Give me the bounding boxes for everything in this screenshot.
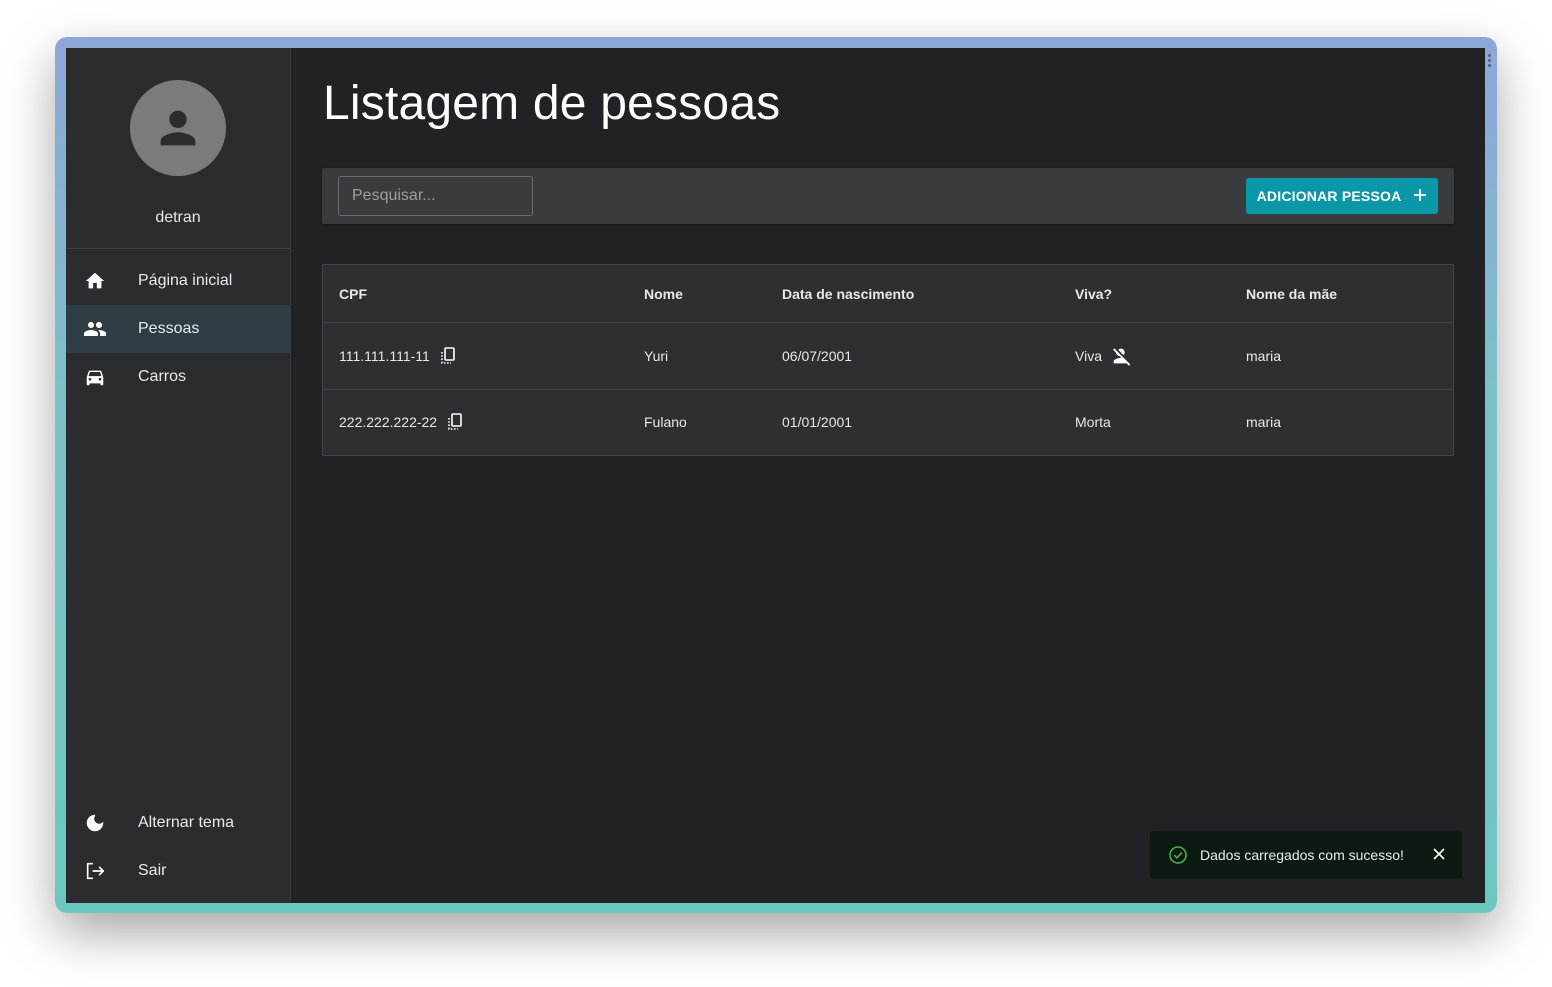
- sidebar-divider: [66, 248, 290, 249]
- close-icon[interactable]: [1432, 847, 1446, 861]
- viva-cell: Viva: [1075, 345, 1132, 367]
- check-circle-icon: [1168, 845, 1188, 865]
- home-icon: [83, 269, 107, 293]
- table-row[interactable]: 222.222.222-22 Fulano 01/01/2001 Morta m…: [323, 389, 1453, 455]
- people-table: CPF Nome Data de nascimento Viva? Nome d…: [322, 264, 1454, 456]
- sidebar-item-pagina-inicial[interactable]: Página inicial: [66, 257, 290, 305]
- sidebar-item-alternar-tema[interactable]: Alternar tema: [66, 799, 290, 847]
- copy-icon[interactable]: [445, 412, 465, 432]
- sidebar-item-sair[interactable]: Sair: [66, 847, 290, 895]
- plus-icon: [1413, 188, 1427, 205]
- add-person-label: ADICIONAR PESSOA: [1256, 188, 1402, 204]
- sidebar-item-label: Sair: [138, 862, 167, 879]
- nome-cell: Fulano: [644, 414, 687, 430]
- table-header: CPF Nome Data de nascimento Viva? Nome d…: [323, 265, 1453, 323]
- cpf-cell: 111.111.111-11: [339, 346, 458, 366]
- add-person-button[interactable]: ADICIONAR PESSOA: [1246, 178, 1438, 214]
- cpf-value: 111.111.111-11: [339, 347, 430, 364]
- logout-icon: [83, 859, 107, 883]
- header-nome[interactable]: Nome: [644, 286, 683, 302]
- header-nascimento[interactable]: Data de nascimento: [782, 286, 914, 302]
- moon-icon: [83, 811, 107, 835]
- header-cpf[interactable]: CPF: [339, 286, 367, 302]
- people-icon: [83, 317, 107, 341]
- nascimento-cell: 06/07/2001: [782, 347, 853, 364]
- main-content: Listagem de pessoas ADICIONAR PESSOA CPF…: [291, 48, 1485, 903]
- nome-mae-cell: maria: [1246, 414, 1282, 430]
- nascimento-cell: 01/01/2001: [782, 414, 853, 430]
- car-icon: [83, 365, 107, 389]
- toast-message: Dados carregados com sucesso!: [1200, 847, 1404, 863]
- sidebar-item-pessoas[interactable]: Pessoas: [66, 305, 290, 353]
- cpf-value: 222.222.222-22: [339, 414, 438, 430]
- username: detran: [155, 209, 201, 226]
- person-off-icon[interactable]: [1110, 345, 1132, 367]
- sidebar-item-label: Alternar tema: [138, 814, 235, 831]
- header-viva[interactable]: Viva?: [1075, 286, 1112, 302]
- avatar: [130, 80, 226, 176]
- sidebar-item-label: Pessoas: [138, 320, 200, 337]
- header-nome-mae[interactable]: Nome da mãe: [1246, 286, 1337, 302]
- user-icon: [160, 110, 196, 146]
- copy-icon[interactable]: [438, 346, 458, 366]
- sidebar-item-carros[interactable]: Carros: [66, 353, 290, 401]
- sidebar-item-label: Página inicial: [138, 272, 233, 289]
- success-toast: Dados carregados com sucesso!: [1150, 831, 1462, 879]
- table-row[interactable]: 111.111.111-11 Yuri 06/07/2001 Viva mari…: [323, 322, 1453, 390]
- viva-value: Viva: [1075, 347, 1102, 364]
- sidebar-item-label: Carros: [138, 368, 187, 385]
- nome-mae-cell: maria: [1246, 347, 1282, 364]
- search-input[interactable]: [338, 176, 533, 216]
- app-window: detran Página inicial Pessoas Carros Alt…: [66, 48, 1485, 903]
- viva-cell: Morta: [1075, 414, 1111, 430]
- sidebar: detran Página inicial Pessoas Carros Alt…: [66, 48, 291, 903]
- page-title: Listagem de pessoas: [323, 77, 781, 130]
- cpf-cell: 222.222.222-22: [339, 412, 465, 432]
- toolbar: ADICIONAR PESSOA: [322, 168, 1454, 224]
- nome-cell: Yuri: [644, 347, 669, 364]
- resize-handle[interactable]: [1488, 54, 1492, 69]
